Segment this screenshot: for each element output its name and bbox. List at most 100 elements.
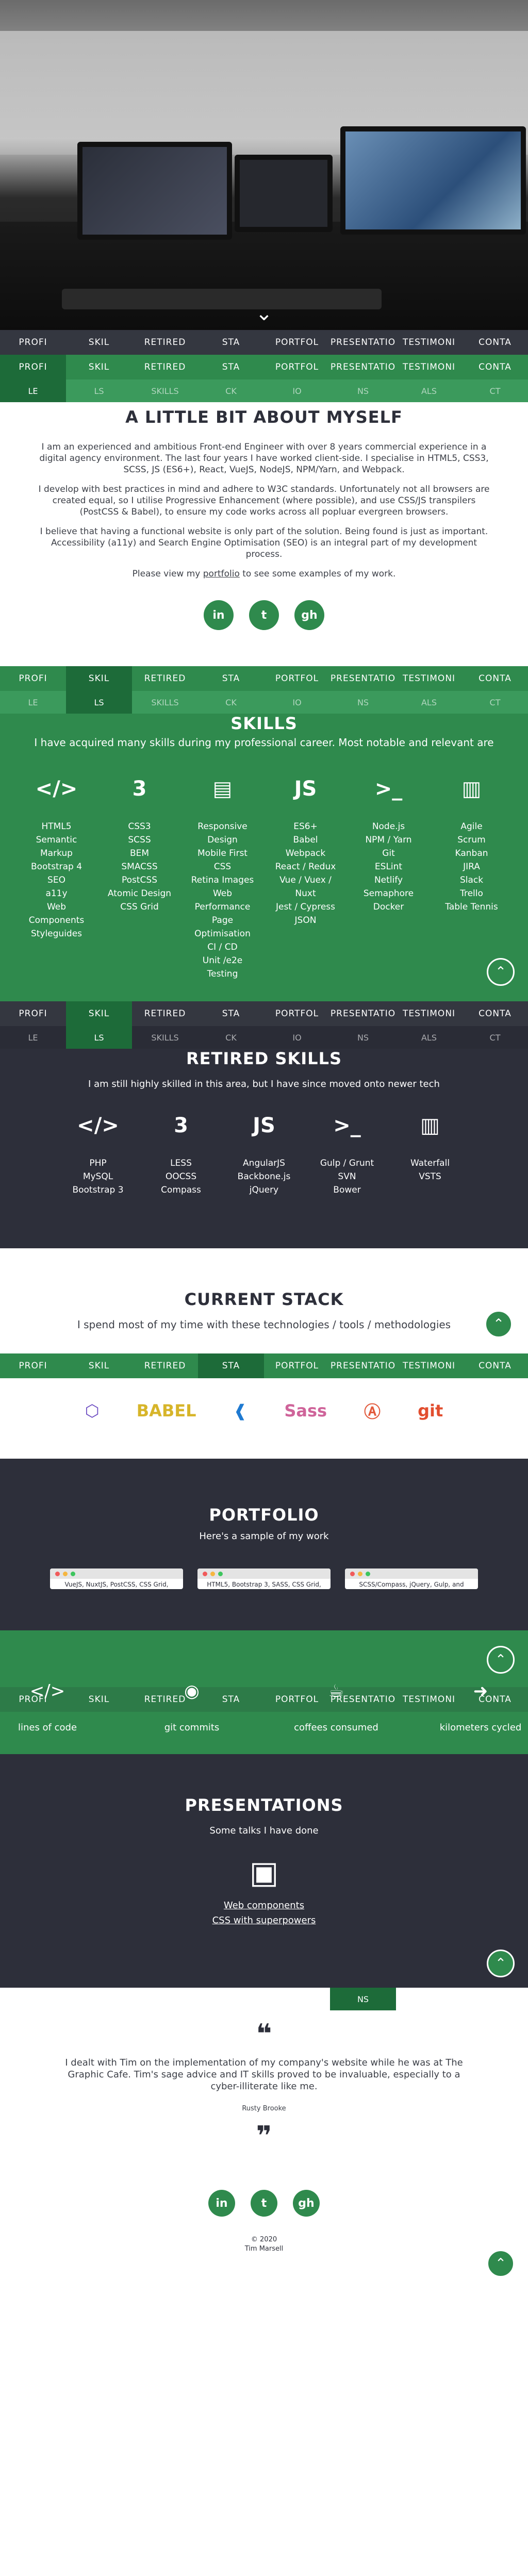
nav-item[interactable]: TESTIMONI [396, 666, 462, 691]
nav-item[interactable]: RETIRED [132, 1353, 198, 1378]
skill-item: Trello [460, 888, 483, 899]
nav-item[interactable]: PORTFOL [264, 1353, 330, 1378]
nav-item[interactable]: STA [198, 1001, 264, 1026]
portfolio-card[interactable]: HTML5, Bootstrap 3, SASS, CSS Grid, Webp… [197, 1568, 331, 1589]
nav-item[interactable]: PROFI [0, 330, 66, 355]
nav-item[interactable]: STA [198, 1353, 264, 1378]
linkedin-icon[interactable]: in [208, 2190, 235, 2217]
subnav-item[interactable]: CK [198, 379, 264, 402]
nav-item[interactable]: SKIL [66, 330, 132, 355]
nav-item[interactable]: TESTIMONI [396, 1001, 462, 1026]
nav-item[interactable]: PRESENTATIO [330, 1001, 396, 1026]
nav-item[interactable]: RETIRED [132, 1001, 198, 1026]
nav-item[interactable]: STA [198, 666, 264, 691]
presentation-link[interactable]: Web components [0, 1900, 528, 1911]
subnav-item[interactable]: ALS [396, 379, 462, 402]
subnav-item[interactable]: CK [198, 691, 264, 714]
skill-item: ESLint [374, 862, 403, 872]
twitter-icon[interactable]: t [251, 2190, 277, 2217]
skill-item: Webpack [285, 848, 326, 858]
subnav-item[interactable]: NS [330, 691, 396, 714]
nav-item[interactable]: PRESENTATIO [330, 1353, 396, 1378]
back-to-top-icon[interactable]: ⌃ [487, 958, 515, 986]
subnav-item[interactable]: CT [462, 691, 528, 714]
presentation-link[interactable]: CSS with superpowers [0, 1915, 528, 1926]
back-to-top-icon[interactable]: ⌃ [487, 2250, 515, 2277]
nav-item[interactable]: RETIRED [132, 330, 198, 355]
subnav-item[interactable]: IO [264, 691, 330, 714]
subnav-item[interactable]: LE [0, 379, 66, 402]
subnav-item[interactable]: ALS [396, 1988, 462, 2010]
subnav-item[interactable]: LE [0, 1988, 66, 2010]
nav-item[interactable]: CONTA [462, 355, 528, 379]
nav-item[interactable]: PROFI [0, 1353, 66, 1378]
chevron-down-icon[interactable]: ⌄ [255, 303, 273, 324]
webpack-icon: ⬡ [85, 1401, 100, 1421]
skill-item: Scrum [457, 835, 486, 845]
back-to-top-icon[interactable]: ⌃ [485, 1310, 513, 1338]
subnav-item[interactable]: NS [330, 379, 396, 402]
subnav-item[interactable]: CT [462, 379, 528, 402]
nav-item[interactable]: PROFI [0, 355, 66, 379]
nav-item[interactable]: CONTA [462, 666, 528, 691]
nav-item[interactable]: SKIL [66, 666, 132, 691]
nav-item[interactable]: PRESENTATIO [330, 666, 396, 691]
twitter-icon[interactable]: t [249, 600, 279, 630]
subnav-item[interactable]: SKILLS [132, 379, 198, 402]
nav-item[interactable]: STA [198, 355, 264, 379]
subnav-item[interactable]: IO [264, 1026, 330, 1049]
subnav-item[interactable]: ALS [396, 1026, 462, 1049]
nav-item[interactable]: SKIL [66, 355, 132, 379]
subnav-item[interactable]: LS [66, 1988, 132, 2010]
nav-item[interactable]: CONTA [462, 330, 528, 355]
skills-section: SKILLS I have acquired many skills durin… [0, 714, 528, 1001]
subnav-item[interactable]: LE [0, 1026, 66, 1049]
subnav-item[interactable]: LE [0, 691, 66, 714]
nav-item[interactable]: PORTFOL [264, 1001, 330, 1026]
nav-item[interactable]: TESTIMONI [396, 330, 462, 355]
nav-item[interactable]: PROFI [0, 1001, 66, 1026]
subnav-item[interactable]: CK [198, 1988, 264, 2010]
subnav-item[interactable]: ALS [396, 691, 462, 714]
skill-item: Node.js [372, 821, 405, 832]
portfolio-link[interactable]: portfolio [203, 569, 240, 579]
nav-item[interactable]: PROFI [0, 666, 66, 691]
back-to-top-icon[interactable]: ⌃ [487, 1950, 515, 1977]
github-icon[interactable]: gh [293, 2190, 320, 2217]
nav-item[interactable]: RETIRED [132, 355, 198, 379]
subnav-item[interactable]: CT [462, 1988, 528, 2010]
back-to-top-icon[interactable]: ⌃ [487, 1646, 515, 1674]
linkedin-icon[interactable]: in [204, 600, 234, 630]
subnav-item[interactable]: SKILLS [132, 691, 198, 714]
subnav-item[interactable]: NS [330, 1026, 396, 1049]
nav-item[interactable]: CONTA [462, 1353, 528, 1378]
subnav-item[interactable]: IO [264, 1988, 330, 2010]
subnav-item[interactable]: LS [66, 691, 132, 714]
nav-item[interactable]: PORTFOL [264, 666, 330, 691]
portfolio-card[interactable]: SCSS/Compass, jQuery, Gulp, and Bower [345, 1568, 478, 1589]
github-icon[interactable]: gh [294, 600, 324, 630]
portfolio-card[interactable]: VueJS, NuxtJS, PostCSS, CSS Grid, Webpac… [50, 1568, 183, 1589]
nav-item[interactable]: RETIRED [132, 666, 198, 691]
subnav-item[interactable]: SKILLS [132, 1026, 198, 1049]
subnav-item[interactable]: CT [462, 1026, 528, 1049]
nav-item[interactable]: TESTIMONI [396, 355, 462, 379]
nav-item[interactable]: PRESENTATIO [330, 355, 396, 379]
nav-item[interactable]: PRESENTATIO [330, 330, 396, 355]
presenter-icon: ▣ [249, 1855, 279, 1891]
nav-item[interactable]: STA [198, 330, 264, 355]
nav-item[interactable]: PORTFOL [264, 330, 330, 355]
nav-item[interactable]: SKIL [66, 1001, 132, 1026]
retired-grid: </> PHP MySQL Bootstrap 3 3 LESS OOCSS Compass J… [0, 1108, 528, 1197]
nav-item[interactable]: PORTFOL [264, 355, 330, 379]
subnav-item[interactable]: LS [66, 1026, 132, 1049]
nav-item[interactable]: TESTIMONI [396, 1353, 462, 1378]
nav-item[interactable]: SKIL [66, 1353, 132, 1378]
subnav-item[interactable]: SKILLS [132, 1988, 198, 2010]
subnav-item[interactable]: NS [330, 1988, 396, 2010]
nav-item[interactable]: CONTA [462, 1001, 528, 1026]
subnav-item[interactable]: IO [264, 379, 330, 402]
subnav-item[interactable]: LS [66, 379, 132, 402]
subnav-item[interactable]: CK [198, 1026, 264, 1049]
portfolio-caption: HTML5, Bootstrap 3, SASS, CSS Grid, Webp… [207, 1581, 321, 1589]
